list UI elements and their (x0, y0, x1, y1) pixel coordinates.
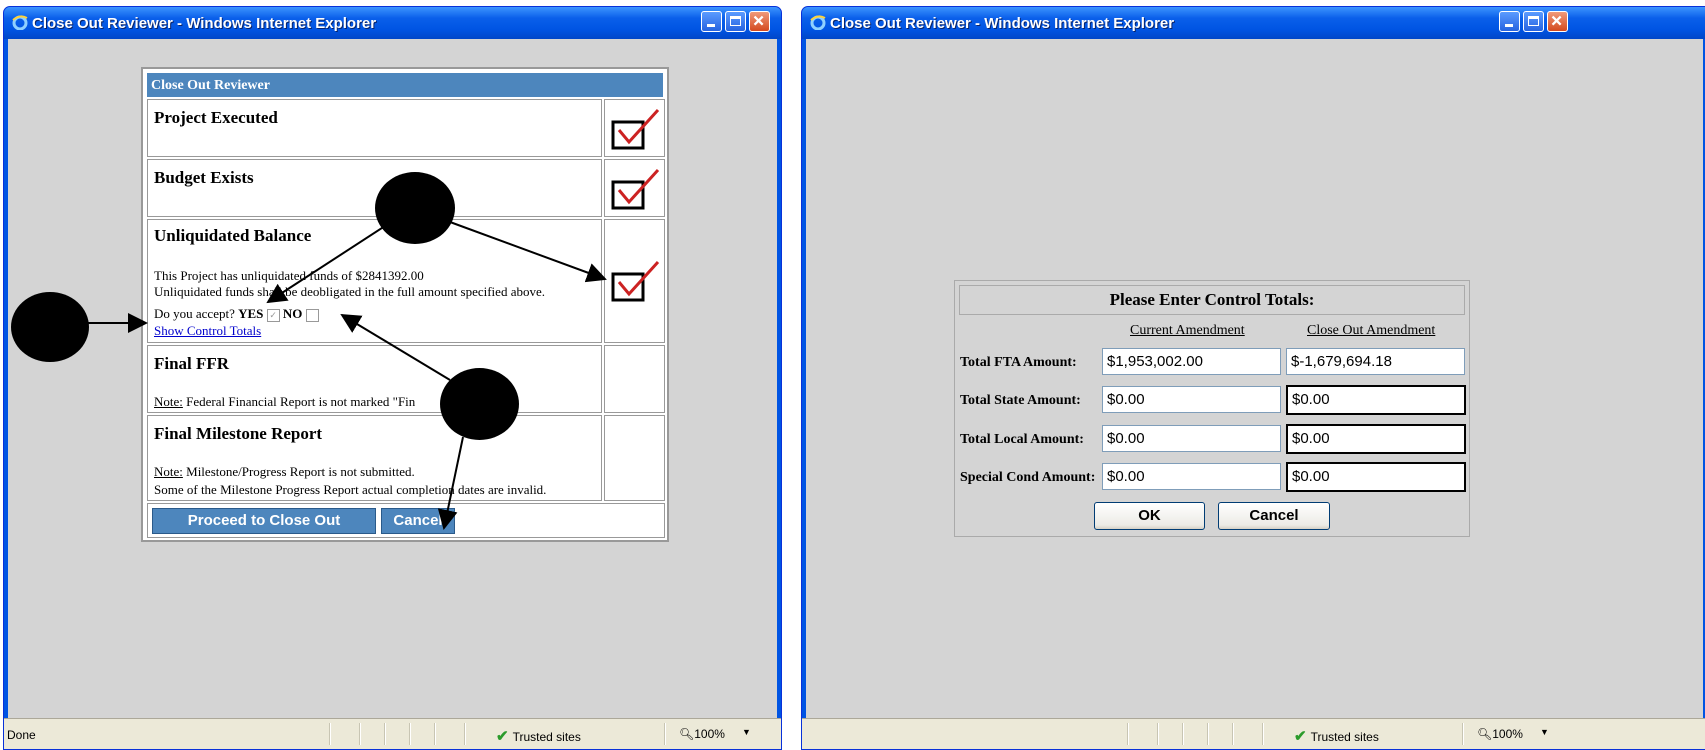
right-title-bar[interactable]: Close Out Reviewer - Windows Internet Ex… (802, 7, 1705, 39)
zoom-level[interactable]: 🔍︎100% (1477, 727, 1523, 741)
cancel-button[interactable]: Cancel (1218, 502, 1330, 530)
current-amendment-header: Current Amendment (1130, 323, 1245, 338)
special-closeout-input[interactable]: $0.00 (1286, 462, 1466, 492)
ie-logo-icon (810, 15, 826, 30)
right-status-bar: ✔ Trusted sites 🔍︎100% ▼ (802, 718, 1705, 749)
row-label: Total FTA Amount: (960, 355, 1077, 370)
state-current-input[interactable]: $0.00 (1102, 386, 1281, 413)
annotation-arrow (266, 225, 386, 304)
annotation-arrow (437, 436, 464, 530)
row-label: Special Cond Amount: (960, 470, 1096, 485)
annotation-arrow (340, 313, 451, 381)
annotation-dot (375, 172, 455, 244)
annotation-dot (440, 368, 519, 440)
zoom-icon: 🔍︎ (1477, 727, 1493, 741)
close-icon[interactable] (1547, 11, 1568, 32)
right-window-title: Close Out Reviewer - Windows Internet Ex… (830, 15, 1175, 32)
minimize-icon[interactable] (1499, 11, 1520, 32)
row-label: Total State Amount: (960, 393, 1081, 408)
local-closeout-input[interactable]: $0.00 (1286, 424, 1466, 454)
annotation-arrows (88, 221, 607, 530)
control-totals-form: Please Enter Control Totals: Current Ame… (954, 280, 1470, 537)
annotation-dot (11, 292, 89, 362)
special-current-input[interactable]: $0.00 (1102, 463, 1281, 490)
trusted-sites-zone[interactable]: ✔ Trusted sites (1294, 727, 1379, 745)
fta-closeout-input[interactable]: $-1,679,694.18 (1286, 348, 1465, 375)
fta-current-input[interactable]: $1,953,002.00 (1102, 348, 1281, 375)
zoom-dropdown-icon[interactable]: ▼ (1540, 727, 1549, 737)
row-label: Total Local Amount: (960, 432, 1084, 447)
form-title: Please Enter Control Totals: (959, 285, 1465, 315)
close-out-amendment-header: Close Out Amendment (1307, 323, 1436, 338)
trusted-sites-check-icon: ✔ (1294, 728, 1307, 745)
local-current-input[interactable]: $0.00 (1102, 425, 1281, 452)
ok-button[interactable]: OK (1094, 502, 1205, 530)
annotation-arrow (449, 221, 607, 283)
state-closeout-input[interactable]: $0.00 (1286, 385, 1466, 415)
maximize-icon[interactable] (1523, 11, 1544, 32)
